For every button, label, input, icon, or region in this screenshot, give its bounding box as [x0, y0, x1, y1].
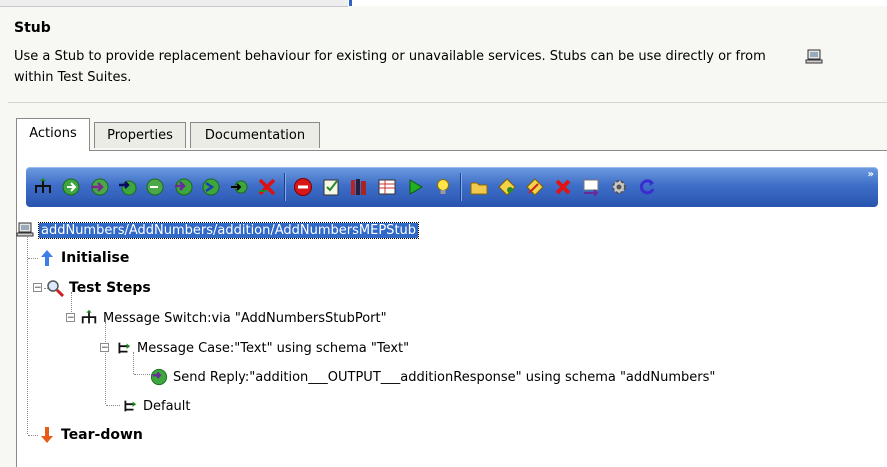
tree-root-label: addNumbers/AddNumbers/addition/AddNumber… — [37, 221, 420, 239]
previous-panel-edge — [0, 0, 348, 7]
books-icon[interactable] — [348, 176, 370, 198]
actions-toolbar: » — [26, 167, 878, 207]
collapse-toggle[interactable]: − — [100, 343, 109, 353]
tree-node-default[interactable]: Default — [120, 395, 191, 417]
tree-node-label: Tear-down — [61, 427, 143, 443]
tree-connector — [28, 258, 38, 259]
green-arrow-in-icon[interactable] — [88, 176, 110, 198]
computer-icon — [805, 49, 823, 69]
green-arrow-back-icon[interactable] — [144, 176, 166, 198]
message-switch-icon — [80, 309, 98, 327]
toolbar-separator — [284, 173, 286, 201]
message-case-icon — [120, 397, 138, 415]
stop-icon[interactable] — [292, 176, 314, 198]
page-title: Stub — [14, 20, 51, 36]
panel-splitter[interactable] — [349, 0, 352, 6]
tree-node-test-steps[interactable]: Test Steps — [46, 277, 151, 299]
checklist-icon[interactable] — [320, 176, 342, 198]
remove-arrow-icon[interactable] — [256, 176, 278, 198]
tree-connector — [27, 232, 28, 434]
run-icon[interactable] — [404, 176, 426, 198]
lightbulb-icon[interactable] — [432, 176, 454, 198]
cog-refresh-icon[interactable] — [608, 176, 630, 198]
folder-icon[interactable] — [468, 176, 490, 198]
tree-node-label: Message Switch:via "AddNumbersStubPort" — [103, 310, 387, 326]
page-description: Use a Stub to provide replacement behavi… — [14, 49, 766, 85]
message-case-icon — [114, 339, 132, 357]
green-arrow-right-icon[interactable] — [200, 176, 222, 198]
tab-actions[interactable]: Actions — [16, 118, 90, 151]
collapse-toggle[interactable]: − — [66, 313, 75, 323]
tree-root-node[interactable]: addNumbers/AddNumbers/addition/AddNumber… — [16, 219, 420, 241]
tree-node-send-reply[interactable]: Send Reply:"addition___OUTPUT___addition… — [150, 366, 715, 388]
header-divider — [8, 102, 887, 103]
tree-node-label: Initialise — [61, 250, 130, 266]
grid-arrow-icon[interactable] — [580, 176, 602, 198]
top-strip — [0, 0, 887, 7]
toolbar-overflow-icon[interactable]: » — [868, 169, 874, 180]
arrow-down-icon — [38, 426, 56, 444]
message-switch-icon[interactable] — [32, 176, 54, 198]
green-arrow-small-icon[interactable] — [228, 176, 250, 198]
magnifier-icon — [46, 279, 64, 297]
collapse-toggle[interactable]: − — [33, 283, 42, 293]
green-arrow-out-icon[interactable] — [116, 176, 138, 198]
stub-tree: − − − addNumbers/AddNumbers/addition/Add… — [16, 210, 887, 466]
tree-node-label: Message Case:"Text" using schema "Text" — [137, 340, 410, 356]
tab-properties[interactable]: Properties — [94, 122, 186, 148]
tree-connector — [134, 374, 150, 375]
stub-header: Stub Use a Stub to provide replacement b… — [8, 10, 887, 100]
red-x-icon[interactable] — [552, 176, 574, 198]
tree-node-tear-down[interactable]: Tear-down — [38, 424, 143, 446]
tree-node-label: Send Reply:"addition___OUTPUT___addition… — [173, 369, 716, 385]
green-arrow-reply-icon[interactable] — [172, 176, 194, 198]
tree-node-message-case[interactable]: Message Case:"Text" using schema "Text" — [114, 337, 409, 359]
arrow-up-icon — [38, 249, 56, 267]
toolbar-separator — [460, 173, 462, 201]
green-arrow-icon[interactable] — [60, 176, 82, 198]
tree-connector — [105, 322, 106, 404]
computer-icon — [16, 221, 34, 239]
tree-connector — [28, 435, 38, 436]
tab-documentation[interactable]: Documentation — [190, 122, 320, 148]
diamond-decision-icon[interactable] — [496, 176, 518, 198]
data-table-icon[interactable] — [376, 176, 398, 198]
tree-node-initialise[interactable]: Initialise — [38, 247, 129, 269]
tree-node-message-switch[interactable]: Message Switch:via "AddNumbersStubPort" — [80, 307, 387, 329]
send-reply-icon — [150, 368, 168, 386]
tree-node-label: Test Steps — [69, 280, 151, 296]
refresh-icon[interactable] — [636, 176, 658, 198]
tree-connector — [106, 405, 120, 406]
tree-node-label: Default — [143, 398, 191, 414]
diamond-tool-icon[interactable] — [524, 176, 546, 198]
